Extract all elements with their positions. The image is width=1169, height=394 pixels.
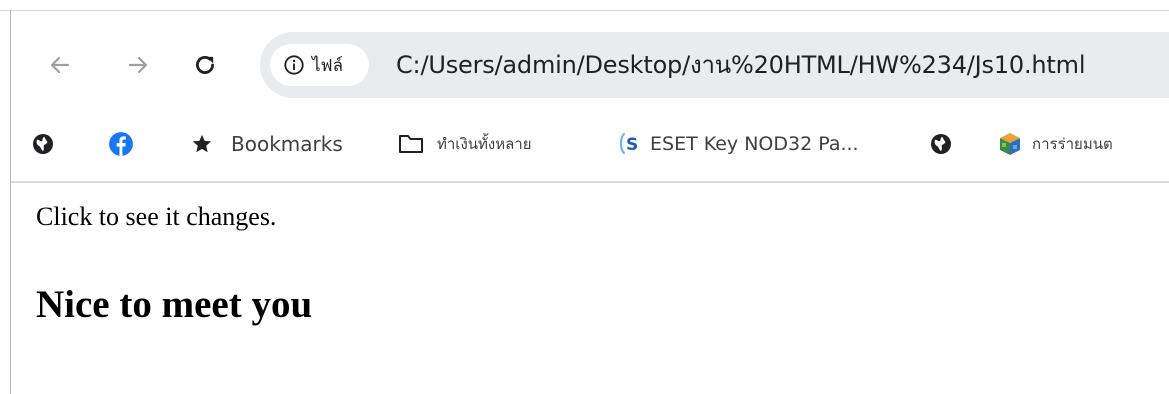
bookmark-bookmarks[interactable]: Bookmarks [191,125,343,163]
bookmark-globe-1[interactable] [31,125,55,163]
bookmark-label: ESET Key NOD32 Pa... [650,133,859,155]
bookmark-facebook[interactable] [108,125,134,163]
info-icon [284,55,304,75]
bookmark-label: Bookmarks [231,132,343,156]
bookmark-folder[interactable]: ทำเงินทั้งหลาย [398,125,532,163]
eset-icon: S [619,132,638,155]
cube-icon [1000,133,1020,155]
bookmark-globe-2[interactable] [929,125,953,163]
star-icon [192,134,212,153]
arrow-left-icon [50,56,70,74]
bookmark-cube[interactable]: การร่ายมนต [998,125,1113,163]
globe-icon [33,134,53,154]
facebook-icon [109,132,133,156]
forward-button[interactable] [122,49,154,81]
bookmark-eset[interactable]: S ESET Key NOD32 Pa... [616,125,859,163]
back-button[interactable] [44,49,76,81]
screenshot-frame: ไฟล์ C:/Users/admin/Desktop/งาน%20HTML/H… [0,0,1169,394]
bookmark-label: ทำเงินทั้งหลาย [437,135,532,153]
address-bar[interactable]: ไฟล์ C:/Users/admin/Desktop/งาน%20HTML/H… [260,32,1169,98]
svg-text:S: S [626,135,638,155]
globe-icon [931,134,951,154]
bookmarks-bar: Bookmarks ทำเงินทั้งหลาย S ESET Key NOD3… [11,111,1169,181]
site-chip-label: ไฟล์ [312,55,344,76]
greeting-heading: Nice to meet you [36,283,313,326]
site-info-chip[interactable]: ไฟล์ [270,44,369,86]
folder-icon [399,135,423,153]
navigation-row: ไฟล์ C:/Users/admin/Desktop/งาน%20HTML/H… [11,11,1169,111]
bookmark-label: การร่ายมนต [1032,135,1113,153]
reload-button[interactable] [189,49,221,81]
reload-icon [196,56,214,74]
browser-chrome: ไฟล์ C:/Users/admin/Desktop/งาน%20HTML/H… [11,11,1169,182]
page-content: Click to see it changes. Nice to meet yo… [11,183,1169,394]
click-paragraph[interactable]: Click to see it changes. [36,202,276,232]
url-text[interactable]: C:/Users/admin/Desktop/งาน%20HTML/HW%234… [396,32,1085,98]
arrow-right-icon [128,56,148,74]
